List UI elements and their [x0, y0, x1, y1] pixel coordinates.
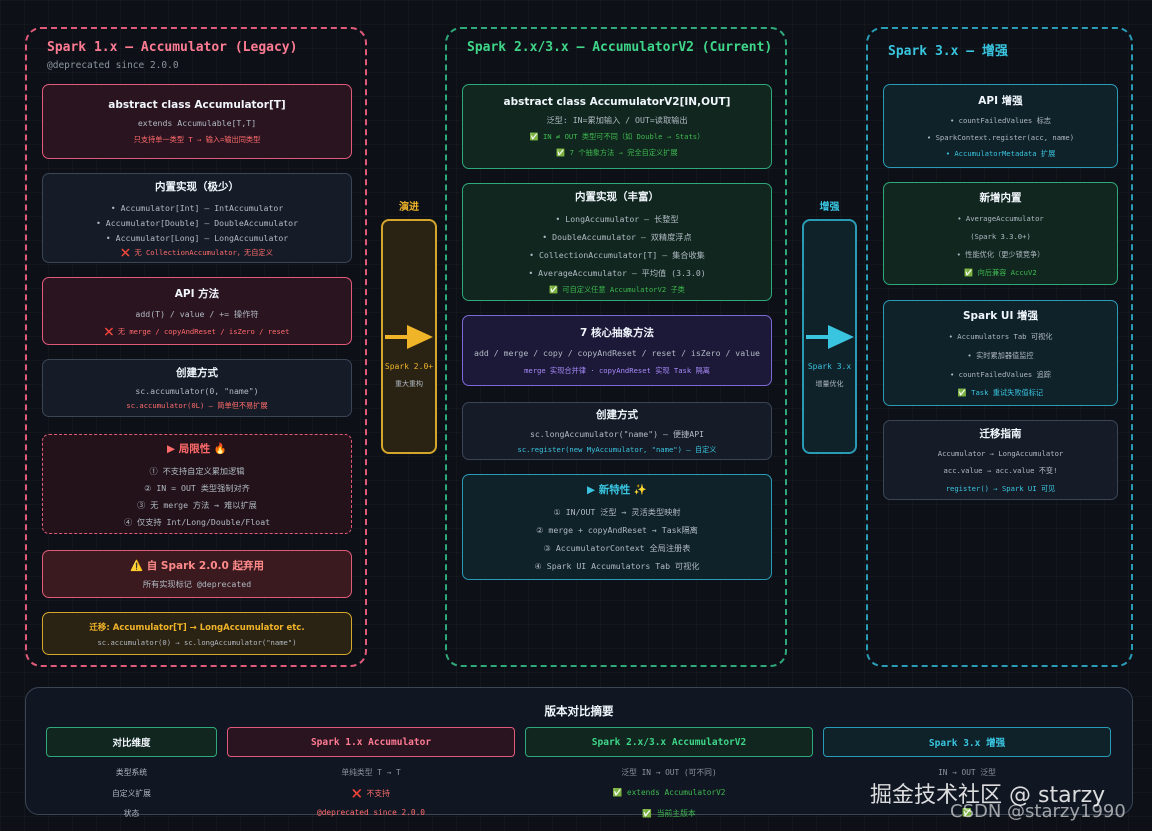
arrow-right-icon — [385, 325, 433, 349]
card-new-builtin: 新增内置 • AverageAccumulator (Spark 3.3.0+)… — [883, 182, 1118, 285]
card-abstract-class: abstract class Accumulator[T] extends Ac… — [42, 84, 352, 159]
summary-cell: 泛型 IN → OUT (可不同) — [621, 768, 717, 777]
arrow2-title: Spark 3.x — [807, 362, 852, 371]
arrow2-sub: 增量优化 — [815, 380, 844, 388]
column-title: Spark 2.x/3.x — AccumulatorV2 (Current) — [467, 40, 773, 55]
arrow2-box: Spark 3.x 增量优化 — [802, 219, 857, 454]
card-creation-v2: 创建方式 sc.longAccumulator("name") — 便捷API … — [462, 402, 772, 460]
summary-cell: ✅ extends AccumulatorV2 — [612, 788, 726, 797]
card-limitations: ▶ 局限性 🔥 ① 不支持自定义累加逻辑 ② IN = OUT 类型强制对齐 ③… — [42, 434, 352, 534]
card-abstract-class-v2: abstract class AccumulatorV2[IN,OUT] 泛型:… — [462, 84, 772, 169]
summary-title: 版本对比摘要 — [544, 704, 614, 718]
card-api-enhance: API 增强 • countFailedValues 标志 • SparkCon… — [883, 84, 1118, 168]
card-creation: 创建方式 sc.accumulator(0, "name") sc.accumu… — [42, 359, 352, 417]
card-core-methods: 7 核心抽象方法 add / merge / copy / copyAndRes… — [462, 315, 772, 386]
card-migration-guide: 迁移指南 Accumulator → LongAccumulator acc.v… — [883, 420, 1118, 500]
summary-cell: 类型系统 — [115, 768, 148, 777]
card-builtin-impl: 内置实现（极少） • Accumulator[Int] — IntAccumul… — [42, 173, 352, 263]
column-spark3: Spark 3.x — 增强 API 增强 • countFailedValue… — [866, 27, 1133, 667]
arrow1-label: 演进 — [399, 202, 419, 213]
card-new-features: ▶ 新特性 ✨ ① IN/OUT 泛型 → 灵活类型映射 ② merge + c… — [462, 474, 772, 580]
card-deprecated: ⚠️ 自 Spark 2.0.0 起弃用 所有实现标记 @deprecated — [42, 550, 352, 598]
summary-header-dimension: 对比维度 — [46, 727, 217, 757]
arrow2-label: 增强 — [819, 202, 840, 213]
card-api-methods: API 方法 add(T) / value / += 操作符 ❌ 无 merge… — [42, 277, 352, 345]
column-spark2: Spark 2.x/3.x — AccumulatorV2 (Current) … — [445, 27, 787, 667]
summary-header-spark2: Spark 2.x/3.x AccumulatorV2 — [525, 727, 813, 757]
summary-header-spark3: Spark 3.x 增强 — [823, 727, 1111, 757]
summary-header-spark1: Spark 1.x Accumulator — [227, 727, 515, 757]
summary-cell: 单纯类型 T → T — [341, 768, 401, 777]
column-title: Spark 1.x — Accumulator (Legacy) — [47, 40, 298, 55]
column-title: Spark 3.x — 增强 — [888, 44, 1008, 59]
column-spark1: Spark 1.x — Accumulator (Legacy) @deprec… — [25, 27, 367, 667]
summary-cell: 状态 — [123, 809, 140, 818]
card-builtin-impl-v2: 内置实现（丰富） • LongAccumulator — 长整型 • Doubl… — [462, 183, 772, 301]
summary-cell: ❌ 不支持 — [352, 789, 390, 798]
column-subtitle: @deprecated since 2.0.0 — [47, 60, 179, 71]
card-migration: 迁移: Accumulator[T] → LongAccumulator etc… — [42, 612, 352, 655]
summary-cell: @deprecated since 2.0.0 — [317, 808, 425, 817]
summary-cell: ✅ 当前主版本 — [642, 809, 696, 818]
arrow1-sub: 重大重构 — [395, 380, 423, 388]
arrow1-box: Spark 2.0+ 重大重构 — [381, 219, 437, 454]
summary-cell: 自定义扩展 — [112, 789, 151, 798]
watermark-line2: CSDN @starzy1990 — [950, 801, 1126, 822]
card-spark-ui: Spark UI 增强 • Accumulators Tab 可视化 • 实时累… — [883, 300, 1118, 406]
arrow-right-icon — [806, 325, 854, 349]
arrow1-title: Spark 2.0+ — [384, 362, 434, 371]
